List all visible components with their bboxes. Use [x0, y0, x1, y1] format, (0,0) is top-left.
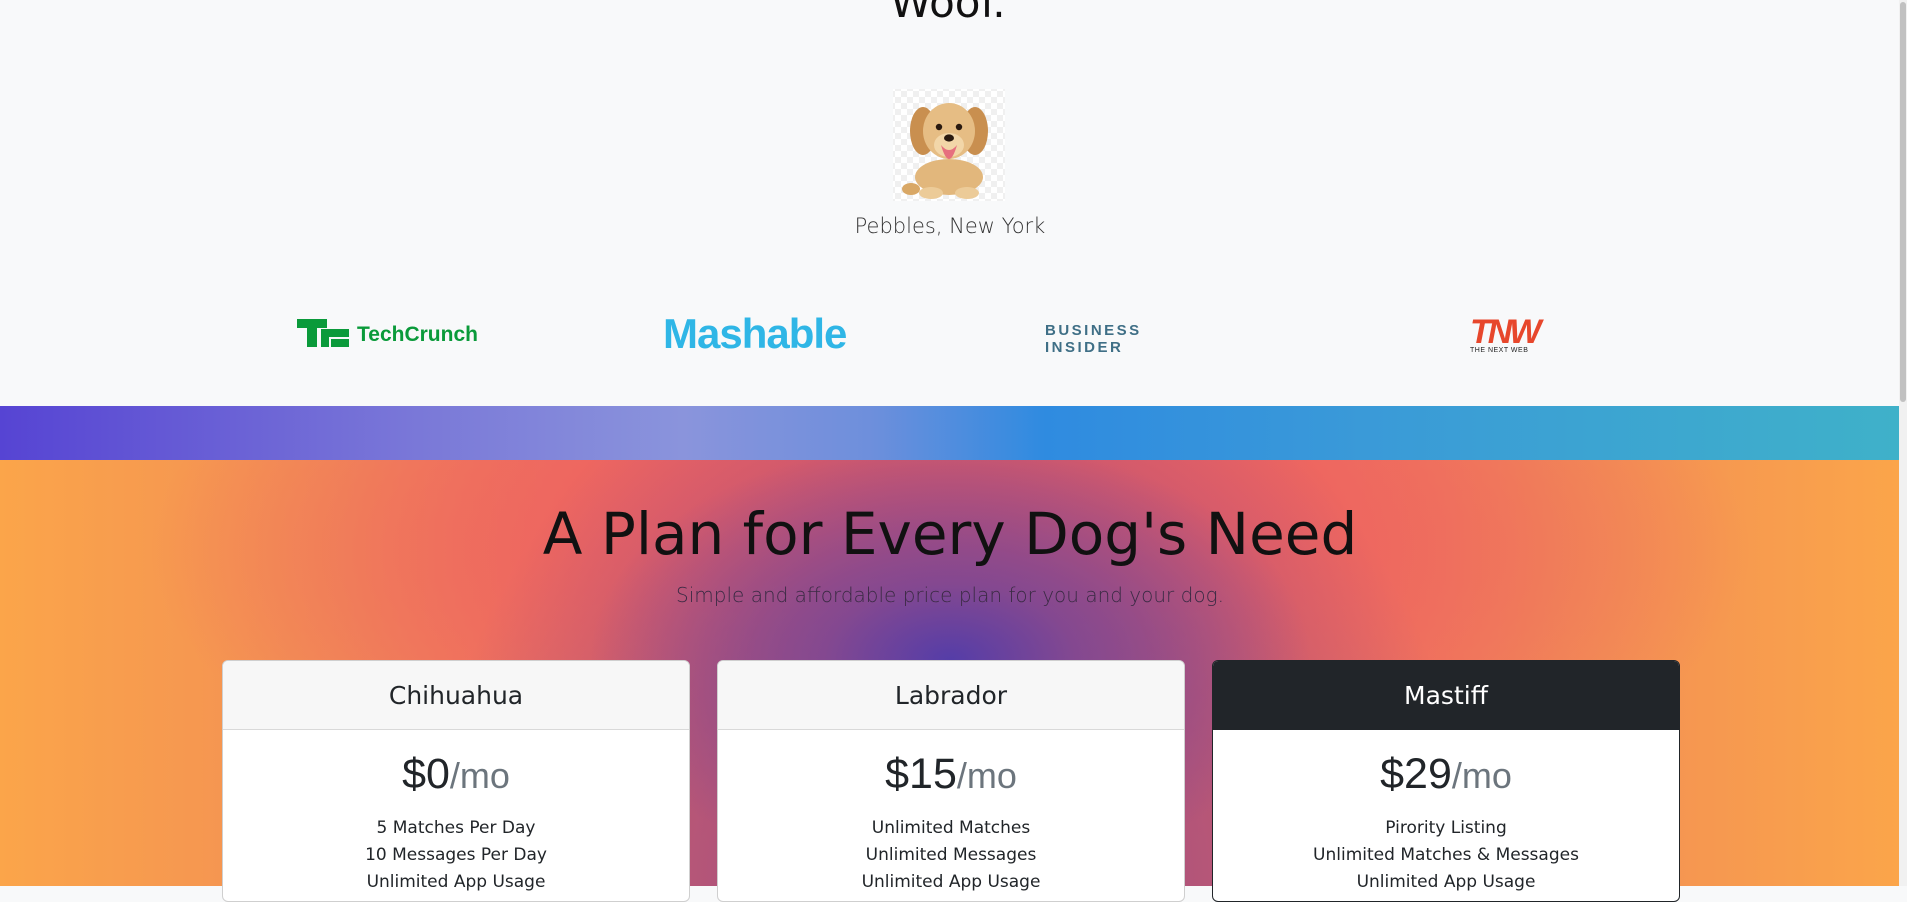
business-insider-logo: BUSINESS INSIDER: [1045, 322, 1223, 372]
tnw-logo: TNW THE NEXT WEB: [1468, 313, 1544, 363]
plan-card-mastiff: Mastiff $29/mo Pirority Listing Unlimite…: [1212, 660, 1680, 902]
plan-price-amount: $29: [1380, 750, 1452, 798]
testimonial-section: Woof. Pebbles, New York TechCrunch Masha…: [0, 0, 1899, 406]
testimonial-author: Pebbles, New York: [854, 214, 1046, 238]
plan-price-unit: /mo: [1451, 755, 1512, 796]
plan-feature: 10 Messages Per Day: [365, 845, 547, 865]
pricing-section: A Plan for Every Dog's Need Simple and a…: [0, 460, 1899, 902]
plan-features-list: 5 Matches Per Day 10 Messages Per Day Un…: [223, 815, 689, 896]
plan-price-unit: /mo: [449, 755, 510, 796]
plan-price: $15/mo: [718, 750, 1184, 799]
plan-feature: Unlimited Matches: [871, 818, 1031, 838]
plan-name: Chihuahua: [223, 661, 689, 730]
plan-features-list: Pirority Listing Unlimited Matches & Mes…: [1213, 815, 1679, 896]
techcrunch-wordmark: TechCrunch: [357, 323, 478, 346]
mashable-logo: Mashable: [663, 310, 865, 360]
testimonial-quote-fragment: Woof.: [890, 0, 1006, 27]
tnw-subtitle: THE NEXT WEB: [1470, 347, 1529, 354]
plan-features-list: Unlimited Matches Unlimited Messages Unl…: [718, 815, 1184, 896]
mashable-wordmark: Mashable: [663, 310, 847, 357]
plan-feature: Pirority Listing: [1385, 818, 1507, 838]
plan-price-unit: /mo: [956, 755, 1017, 796]
business-insider-wordmark: BUSINESS INSIDER: [1045, 322, 1142, 356]
testimonial-dog-avatar: [893, 89, 1005, 201]
pricing-title: A Plan for Every Dog's Need: [542, 500, 1358, 568]
golden-retriever-puppy-image: [902, 103, 988, 199]
plan-feature: 5 Matches Per Day: [376, 818, 536, 838]
plan-price-amount: $15: [885, 750, 957, 798]
plan-card-labrador: Labrador $15/mo Unlimited Matches Unlimi…: [717, 660, 1185, 902]
plan-feature: Unlimited App Usage: [366, 872, 546, 892]
techcrunch-mark-icon: [297, 319, 349, 347]
techcrunch-logo: TechCrunch: [297, 310, 487, 360]
vertical-scrollbar[interactable]: [1899, 0, 1907, 886]
plan-name: Labrador: [718, 661, 1184, 730]
plan-card-chihuahua: Chihuahua $0/mo 5 Matches Per Day 10 Mes…: [222, 660, 690, 902]
plan-price: $0/mo: [223, 750, 689, 799]
plan-price-amount: $0: [402, 750, 450, 798]
plan-name: Mastiff: [1213, 661, 1679, 730]
plan-price: $29/mo: [1213, 750, 1679, 799]
gradient-divider-band: [0, 406, 1899, 460]
plan-feature: Unlimited App Usage: [1356, 872, 1536, 892]
plan-feature: Unlimited Messages: [865, 845, 1037, 865]
scrollbar-thumb[interactable]: [1900, 2, 1906, 402]
plan-feature: Unlimited App Usage: [861, 872, 1041, 892]
plan-feature: Unlimited Matches & Messages: [1313, 845, 1579, 865]
pricing-subtitle: Simple and affordable price plan for you…: [676, 583, 1224, 607]
